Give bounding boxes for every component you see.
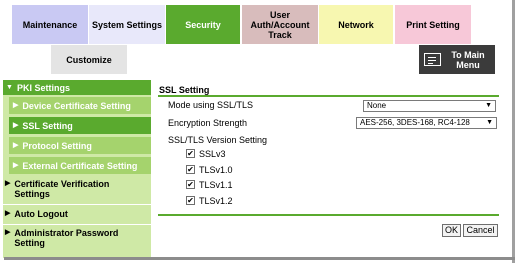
tlsv1-2-checkbox[interactable]: ✔ [186,196,195,205]
version-setting-label: SSL/TLS Version Setting [168,135,268,145]
divider [158,95,499,97]
sidebar-item-device-certificate[interactable]: ▶ Device Certificate Setting [9,97,151,114]
caret-right-icon: ▶ [13,141,19,149]
sidebar: ▼ PKI Settings ▶ Device Certificate Settin… [3,80,151,258]
divider [158,214,499,216]
caret-right-icon: ▶ [5,210,11,217]
mode-label: Mode using SSL/TLS [168,100,254,110]
tab-system-settings[interactable]: System Settings [89,5,165,44]
tab-print-setting[interactable]: Print Setting [395,5,471,44]
divider [3,224,151,225]
to-main-menu-button[interactable]: To Main Menu [419,45,495,74]
dropdown-arrow-icon: ▼ [485,102,492,109]
sidebar-item-certificate-verification[interactable]: ▶ Certificate Verification Settings [3,179,151,203]
sidebar-item-administrator-password[interactable]: ▶ Administrator Password Setting [3,228,151,252]
scrollbar[interactable] [512,0,515,263]
divider [3,204,151,205]
check-icon: ✔ [187,196,194,205]
tlsv1-1-checkbox[interactable]: ✔ [186,180,195,189]
tab-user-auth-account-track[interactable]: User Auth/Account Track [242,5,318,44]
tab-label: System Settings [91,19,163,30]
main-menu-label: To Main Menu [451,49,485,70]
tab-security[interactable]: Security [166,5,240,44]
bottom-border [4,257,515,260]
tab-label: Print Setting [406,19,460,30]
sslv3-checkbox[interactable]: ✔ [186,149,195,158]
tab-customize[interactable]: Customize [51,45,127,74]
tlsv1-0-checkbox[interactable]: ✔ [186,165,195,174]
tab-maintenance[interactable]: Maintenance [12,5,88,44]
page-title: SSL Setting [159,85,210,95]
mode-select[interactable]: None ▼ [363,100,496,112]
tab-label: Maintenance [22,19,78,30]
menu-list-icon [424,53,441,66]
check-icon: ✔ [187,180,194,189]
sidebar-item-external-certificate[interactable]: ▶ External Certificate Setting [9,157,151,174]
tab-label: Security [185,19,221,30]
sidebar-item-auto-logout[interactable]: ▶ Auto Logout [3,209,151,223]
tab-label: Network [338,19,374,30]
check-icon: ✔ [187,149,194,158]
check-icon: ✔ [187,165,194,174]
encryption-strength-select[interactable]: AES-256, 3DES-168, RC4-128 ▼ [356,117,497,129]
dropdown-arrow-icon: ▼ [486,119,493,126]
caret-right-icon: ▶ [5,229,11,236]
caret-right-icon: ▶ [13,101,19,109]
caret-down-icon: ▼ [6,83,13,91]
ok-button[interactable]: OK [442,224,461,237]
tlsv1-0-label: TLSv1.0 [199,165,233,175]
sidebar-item-pki-settings[interactable]: ▼ PKI Settings [3,80,151,95]
tab-network[interactable]: Network [319,5,393,44]
caret-right-icon: ▶ [5,180,11,187]
encryption-strength-label: Encryption Strength [168,118,248,128]
sidebar-item-ssl-setting[interactable]: ▶ SSL Setting [9,117,151,134]
caret-right-icon: ▶ [13,161,19,169]
tlsv1-1-label: TLSv1.1 [199,180,233,190]
caret-right-icon: ▶ [13,121,19,129]
sslv3-label: SSLv3 [199,149,226,159]
tlsv1-2-label: TLSv1.2 [199,196,233,206]
sidebar-item-protocol-setting[interactable]: ▶ Protocol Setting [9,137,151,154]
cancel-button[interactable]: Cancel [463,224,498,237]
tab-label: Customize [66,54,112,65]
tab-label: User Auth/Account Track [250,9,310,40]
